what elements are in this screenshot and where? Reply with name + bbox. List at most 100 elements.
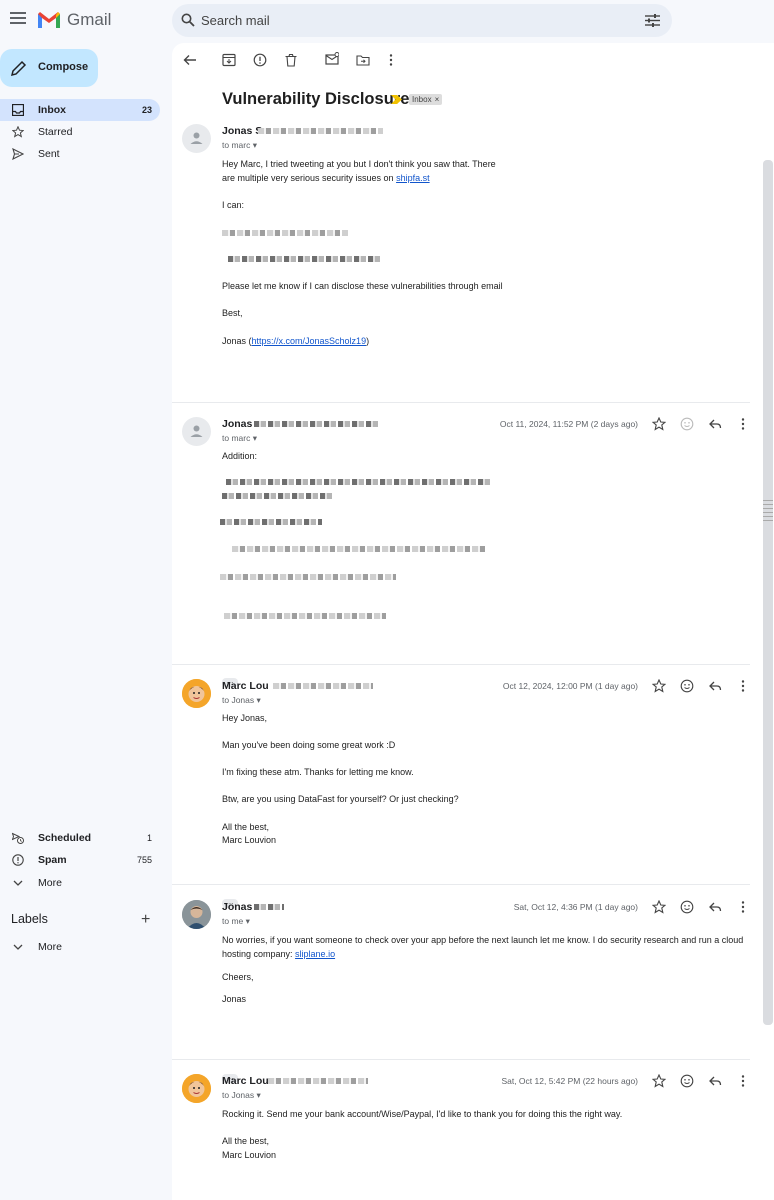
delete-icon[interactable]	[284, 53, 298, 67]
app-name: Gmail	[67, 10, 112, 29]
recipients[interactable]: to Jonas ▾	[222, 695, 261, 706]
inbox-label-chip: Inbox ×	[409, 94, 443, 105]
back-arrow-icon[interactable]	[183, 53, 197, 67]
message-divider	[172, 664, 750, 665]
sender-name[interactable]: Jonas	[222, 901, 252, 913]
redacted-text	[232, 546, 486, 552]
redacted-email	[254, 421, 379, 427]
more-options-icon[interactable]	[736, 417, 750, 431]
reply-icon[interactable]	[708, 900, 722, 914]
emoji-reaction-icon[interactable]	[680, 900, 694, 914]
marc-avatar-image	[182, 1074, 211, 1103]
main-menu-icon[interactable]	[10, 12, 26, 26]
avatar[interactable]	[182, 900, 211, 929]
sender-name[interactable]: Jonas	[222, 418, 252, 430]
reply-icon[interactable]	[708, 1074, 722, 1088]
redacted-text	[220, 519, 322, 525]
star-icon[interactable]	[652, 417, 666, 431]
emoji-reaction-icon[interactable]	[680, 679, 694, 693]
sidebar-item-label: Inbox	[38, 104, 66, 116]
scheduled-count: 1	[146, 833, 152, 843]
labels-heading: Labels	[11, 912, 48, 926]
emoji-reaction-icon[interactable]	[680, 1074, 694, 1088]
chevron-down-icon	[13, 880, 23, 886]
star-icon[interactable]	[652, 900, 666, 914]
body-line: Hey Marc, I tried tweeting at you but I …	[222, 159, 496, 169]
body-line: Jonas	[222, 994, 247, 1004]
message-divider	[172, 884, 750, 885]
pencil-icon	[10, 60, 27, 77]
recipients[interactable]: to me ▾	[222, 916, 250, 927]
star-icon[interactable]	[652, 1074, 666, 1088]
recipients-label: to Jonas	[222, 695, 255, 705]
recipients-label: to me	[222, 916, 244, 926]
recipients-label: to marc	[222, 433, 251, 443]
body-line: Please let me know if I can disclose the…	[222, 281, 503, 291]
labels-more[interactable]: More	[0, 936, 160, 958]
message-date: Oct 12, 2024, 12:00 PM (1 day ago)	[502, 681, 638, 691]
body-line: Btw, are you using DataFast for yourself…	[222, 794, 459, 804]
more-options-icon[interactable]	[736, 679, 750, 693]
body-line: I'm fixing these atm. Thanks for letting…	[222, 767, 414, 777]
redacted-text	[220, 574, 396, 580]
twitter-link[interactable]: https://x.com/JonasScholz19	[252, 336, 367, 346]
avatar[interactable]	[182, 124, 211, 153]
recipients[interactable]: to Jonas ▾	[222, 1090, 261, 1101]
sidebar-item-scheduled[interactable]: Scheduled 1	[0, 827, 160, 849]
reply-icon[interactable]	[708, 417, 722, 431]
message-date: Oct 11, 2024, 11:52 PM (2 days ago)	[499, 419, 638, 429]
body-line: Cheers,	[222, 972, 254, 982]
sidebar-item-more[interactable]: More	[0, 872, 160, 894]
avatar[interactable]	[182, 417, 211, 446]
body-line: Jonas (https://x.com/JonasScholz19)	[222, 335, 369, 349]
star-icon[interactable]	[652, 679, 666, 693]
avatar[interactable]	[182, 679, 211, 708]
more-options-icon[interactable]	[384, 53, 398, 67]
sidebar-item-label: Scheduled	[38, 832, 92, 844]
scheduled-icon	[12, 832, 24, 844]
sidebar-item-starred[interactable]: Starred	[0, 121, 160, 143]
more-options-icon[interactable]	[736, 1074, 750, 1088]
redacted-text	[222, 493, 334, 499]
compose-button[interactable]: Compose	[0, 49, 98, 87]
archive-icon[interactable]	[222, 53, 236, 67]
gmail-logo[interactable]: Gmail	[37, 10, 111, 30]
body-text: Jonas (	[222, 336, 252, 346]
sender-name[interactable]: Marc Lou	[222, 680, 269, 692]
body-line: Man you've been doing some great work :D	[222, 740, 396, 750]
important-marker-icon[interactable]	[391, 95, 402, 104]
search-options-icon[interactable]	[645, 14, 660, 27]
search-input[interactable]	[201, 4, 631, 37]
gmail-m-icon	[38, 12, 60, 28]
top-bar: Gmail	[0, 0, 774, 42]
redacted-email	[258, 128, 383, 134]
sidebar-item-sent[interactable]: Sent	[0, 143, 160, 165]
body-line: Marc Louvion	[222, 1150, 277, 1160]
shipfast-link[interactable]: shipfa.st	[396, 173, 430, 183]
scrollbar-grip[interactable]	[763, 500, 773, 524]
reply-icon[interactable]	[708, 679, 722, 693]
thread-scrollbar[interactable]	[763, 160, 773, 1025]
avatar[interactable]	[182, 1074, 211, 1103]
sender-name[interactable]: Jonas S	[222, 125, 262, 137]
add-label-icon[interactable]: +	[141, 912, 150, 928]
sidebar-item-inbox[interactable]: Inbox 23	[0, 99, 160, 121]
recipients[interactable]: to marc ▾	[222, 433, 257, 444]
body-text: )	[366, 336, 370, 346]
search-icon[interactable]	[181, 13, 195, 27]
sidebar-item-spam[interactable]: Spam 755	[0, 849, 160, 871]
sliplane-link[interactable]: sliplane.io	[295, 949, 335, 959]
recipients[interactable]: to marc ▾	[222, 140, 257, 151]
body-line: Rocking it. Send me your bank account/Wi…	[222, 1109, 623, 1119]
sender-name[interactable]: Marc Lou	[222, 1075, 269, 1087]
body-text: are multiple very serious security issue…	[222, 173, 397, 183]
remove-label-icon[interactable]: ×	[435, 95, 440, 104]
redacted-text	[228, 256, 380, 262]
report-spam-icon[interactable]	[253, 53, 267, 67]
emoji-reaction-icon[interactable]	[680, 417, 694, 431]
more-options-icon[interactable]	[736, 900, 750, 914]
mark-unread-icon[interactable]	[325, 52, 339, 66]
move-to-icon[interactable]	[356, 53, 370, 67]
redacted-email	[268, 1078, 368, 1084]
unread-count: 23	[141, 105, 152, 115]
